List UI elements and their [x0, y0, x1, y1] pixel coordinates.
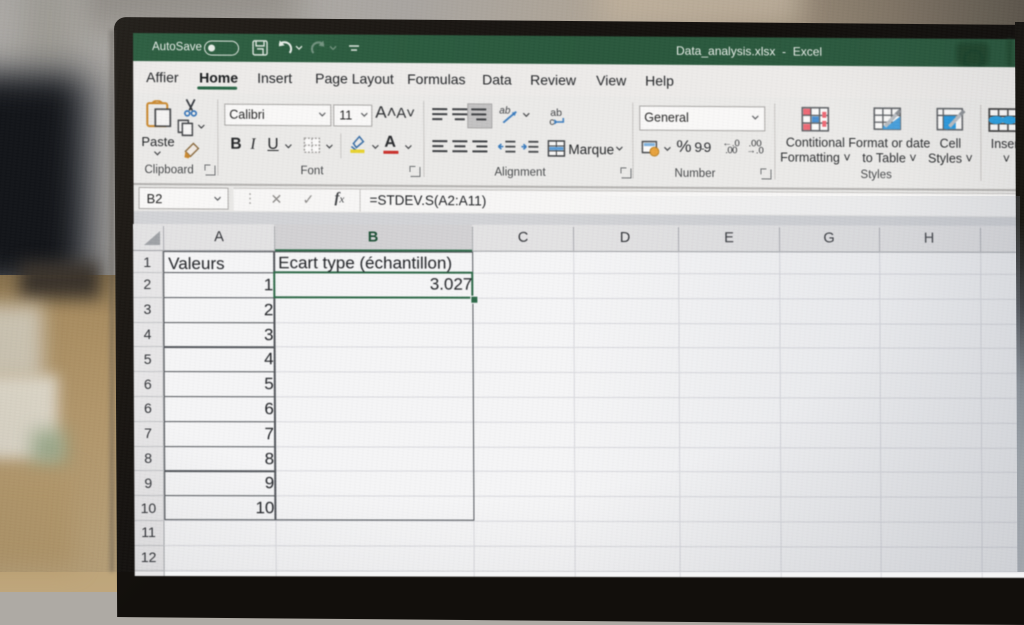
svg-text:ab: ab	[499, 106, 511, 117]
svg-text:c: c	[549, 116, 554, 127]
